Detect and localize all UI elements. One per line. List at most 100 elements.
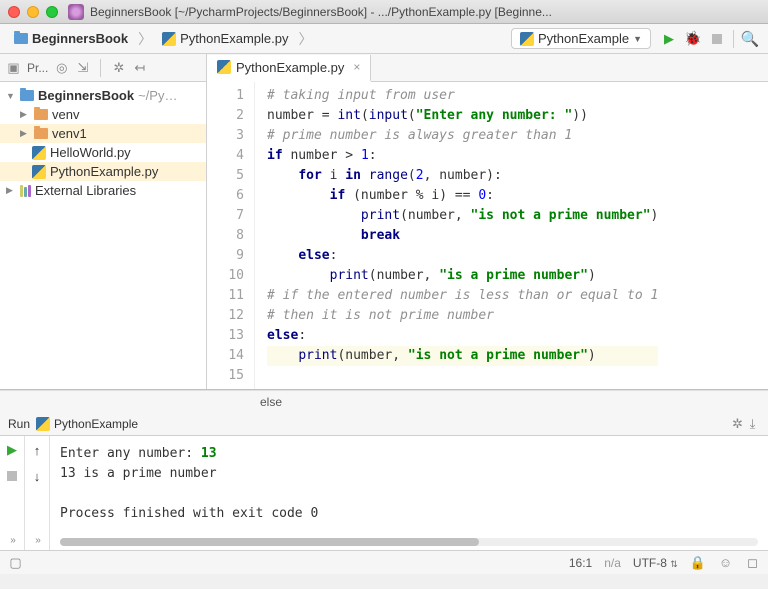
run-console[interactable]: Enter any number: 1313 is a prime number… [50, 436, 768, 550]
expand-arrow-icon[interactable]: ▶ [20, 128, 30, 139]
tree-item-venv[interactable]: ▶ venv [0, 105, 206, 124]
code-line[interactable]: print(number, "is not a prime number") [267, 206, 658, 226]
project-toolwindow-header[interactable]: ▣ Pr... ◎ ⇲ ✲ ↤ [0, 54, 207, 81]
feedback-icon[interactable]: ◻ [745, 555, 760, 570]
editor-tab-pythonexample[interactable]: PythonExample.py × [207, 55, 371, 82]
search-icon: 🔍 [741, 30, 760, 48]
code-line[interactable]: print(number, "is a prime number") [267, 266, 658, 286]
code-line[interactable]: break [267, 226, 658, 246]
run-actions-col-1: ▶ » [0, 436, 24, 550]
chevron-right-icon: 〉 [298, 29, 312, 49]
code-line[interactable]: else: [267, 246, 658, 266]
console-line [60, 484, 758, 504]
debug-button[interactable]: 🐞 [682, 28, 704, 50]
code-editor[interactable]: 12345678910111213141516 # taking input f… [207, 82, 768, 389]
main-area: ▼ BeginnersBook ~/Py… ▶ venv ▶ venv1 Hel… [0, 82, 768, 390]
readonly-toggle-icon[interactable]: 🔒 [690, 555, 706, 571]
run-title: PythonExample [54, 417, 138, 431]
status-bar: ▢ 16:1 n/a UTF-8 ⇅ 🔒 ☺ ◻ [0, 550, 768, 574]
expand-arrow-icon[interactable]: ▼ [6, 91, 16, 101]
editor-code[interactable]: # taking input from usernumber = int(inp… [255, 82, 658, 389]
line-separator[interactable]: n/a [604, 556, 621, 570]
libraries-icon [20, 185, 31, 197]
scroll-down-button[interactable]: ↓ [27, 466, 47, 486]
console-line: Process finished with exit code 0 [60, 504, 758, 524]
tree-item-venv1[interactable]: ▶ venv1 [0, 124, 206, 143]
navigation-bar: BeginnersBook 〉 PythonExample.py 〉 Pytho… [0, 24, 768, 54]
code-line[interactable]: # then it is not prime number [267, 306, 658, 326]
stop-button[interactable] [706, 28, 728, 50]
run-config-selector[interactable]: PythonExample ▼ [511, 28, 651, 49]
stop-icon [7, 471, 17, 481]
code-line[interactable]: number = int(input("Enter any number: ")… [267, 106, 658, 126]
toolwindow-toggle-icon[interactable]: ▢ [8, 555, 23, 570]
stop-run-button[interactable] [2, 466, 22, 486]
scroll-up-button[interactable]: ↑ [27, 440, 47, 460]
console-line: 13 is a prime number [60, 464, 758, 484]
run-toolwindow: Run PythonExample ✲ ⤓ ▶ » ↑ ↓ » Enter an… [0, 412, 768, 550]
code-line[interactable]: for i in range(2, number): [267, 166, 658, 186]
stop-icon [712, 34, 722, 44]
tree-item-helloworld[interactable]: HelloWorld.py [0, 143, 206, 162]
horizontal-scrollbar[interactable] [60, 538, 758, 546]
code-line[interactable]: # prime number is always greater than 1 [267, 126, 658, 146]
run-body: ▶ » ↑ ↓ » Enter any number: 1313 is a pr… [0, 436, 768, 550]
scrollbar-thumb[interactable] [60, 538, 479, 546]
breadcrumb-file-label: PythonExample.py [180, 31, 288, 46]
hide-icon[interactable]: ↤ [132, 60, 147, 75]
target-icon[interactable]: ◎ [54, 60, 69, 75]
window-controls [8, 6, 58, 18]
code-line[interactable]: if (number % i) == 0: [267, 186, 658, 206]
gear-icon[interactable]: ✲ [111, 60, 126, 75]
tree-root[interactable]: ▼ BeginnersBook ~/Py… [0, 86, 206, 105]
run-button[interactable]: ▶ [658, 28, 680, 50]
rerun-button[interactable]: ▶ [2, 440, 22, 460]
project-tool-label: Pr... [27, 61, 48, 75]
collapse-icon[interactable]: ⇲ [75, 60, 90, 75]
code-line[interactable]: # taking input from user [267, 86, 658, 106]
editor-context-label[interactable]: else [260, 395, 282, 409]
editor-tab-label: PythonExample.py [236, 60, 344, 75]
code-line[interactable]: # if the entered number is less than or … [267, 286, 658, 306]
search-everywhere-button[interactable]: 🔍 [739, 28, 761, 50]
expand-arrow-icon[interactable]: ▶ [20, 109, 30, 120]
caret-position[interactable]: 16:1 [569, 556, 592, 570]
folder-icon [34, 128, 48, 139]
run-actions-col-2: ↑ ↓ » [25, 436, 49, 550]
close-tab-icon[interactable]: × [353, 60, 360, 74]
breadcrumb-project[interactable]: BeginnersBook [6, 29, 136, 48]
tree-root-label: BeginnersBook [38, 88, 134, 103]
code-line[interactable]: else: [267, 326, 658, 346]
folder-icon [34, 109, 48, 120]
tree-item-pythonexample[interactable]: PythonExample.py [0, 162, 206, 181]
download-icon[interactable]: ⤓ [745, 416, 760, 431]
breadcrumb-file[interactable]: PythonExample.py [154, 29, 296, 48]
minimize-window-icon[interactable] [27, 6, 39, 18]
project-tree[interactable]: ▼ BeginnersBook ~/Py… ▶ venv ▶ venv1 Hel… [0, 82, 206, 204]
run-title-prefix: Run [8, 417, 30, 431]
tree-item-label: venv [52, 107, 79, 122]
more-actions-icon[interactable]: » [10, 535, 14, 546]
more-actions-icon[interactable]: » [35, 535, 39, 546]
code-line[interactable]: print(number, "is not a prime number") [267, 346, 658, 366]
gear-icon[interactable]: ✲ [730, 416, 745, 431]
tree-external-libs[interactable]: ▶ External Libraries [0, 181, 206, 200]
run-header[interactable]: Run PythonExample ✲ ⤓ [0, 412, 768, 436]
editor-gutter[interactable]: 12345678910111213141516 [207, 82, 255, 389]
code-line[interactable]: if number > 1: [267, 146, 658, 166]
close-window-icon[interactable] [8, 6, 20, 18]
python-file-icon [162, 32, 176, 46]
python-file-icon [36, 417, 50, 431]
inspections-icon[interactable]: ☺ [718, 555, 733, 570]
zoom-window-icon[interactable] [46, 6, 58, 18]
file-encoding[interactable]: UTF-8 ⇅ [633, 556, 678, 570]
tool-row: ▣ Pr... ◎ ⇲ ✲ ↤ PythonExample.py × [0, 54, 768, 82]
tree-item-label: HelloWorld.py [50, 145, 131, 160]
expand-arrow-icon[interactable]: ▶ [6, 185, 16, 196]
run-config-label: PythonExample [538, 31, 629, 46]
project-sidebar[interactable]: ▼ BeginnersBook ~/Py… ▶ venv ▶ venv1 Hel… [0, 82, 207, 389]
python-file-icon [217, 60, 231, 74]
pycharm-app-icon [68, 4, 84, 20]
window-title: BeginnersBook [~/PycharmProjects/Beginne… [90, 5, 552, 19]
editor-context-bar: else [0, 390, 768, 412]
